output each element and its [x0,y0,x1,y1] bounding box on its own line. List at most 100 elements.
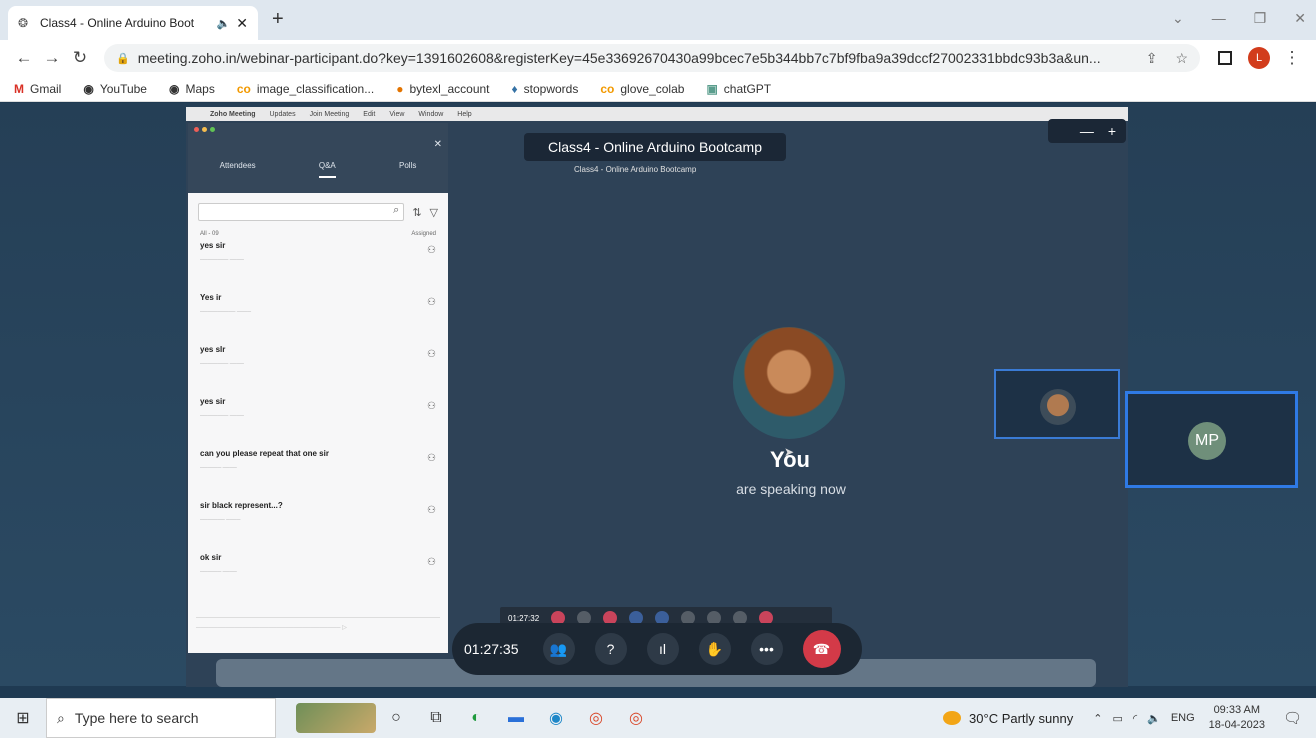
battery-icon[interactable]: ▭ [1112,712,1122,725]
back-arrow-icon[interactable]: ← [10,48,38,68]
assign-user-icon[interactable]: ⚇ [427,401,436,412]
qa-search-input[interactable] [198,203,405,221]
search-highlight-image[interactable] [296,703,376,733]
notification-icon[interactable]: 🗨 [1283,709,1302,727]
close-tab-icon[interactable]: ✕ [236,15,248,32]
bookmark-glove-colab[interactable]: co glove_colab [600,82,684,96]
list-item[interactable]: yes sir ──────── ──── ⚇ [188,397,448,445]
restore-icon[interactable]: ❐ [1254,10,1267,27]
close-window-icon[interactable]: ✕ [1294,10,1306,27]
windows-start-icon[interactable]: ⊞ [0,708,46,728]
list-item[interactable]: Yes ir ────────── ──── ⚇ [188,293,448,341]
sort-icon[interactable]: ⇅ [412,206,421,219]
question-text: ok sir [200,553,222,562]
assign-user-icon[interactable]: ⚇ [427,349,436,360]
bookmark-youtube[interactable]: ◉ YouTube [83,82,147,96]
question-meta: ─────── ──── [200,517,241,523]
plus-icon[interactable]: + [1108,123,1116,139]
profile-avatar[interactable]: L [1248,47,1270,69]
side-panel-icon[interactable] [1218,51,1232,65]
leave-call-button[interactable]: ☎ [802,630,841,668]
qa-filter-label[interactable]: All - 09 [200,231,219,237]
list-item[interactable]: yes sir ──────── ──── ⚇ [188,241,448,289]
question-text: Yes ir [200,293,222,302]
bookmark-gmail[interactable]: M Gmail [14,82,61,96]
gmail-icon: M [14,81,24,96]
assign-user-icon[interactable]: ⚇ [427,505,436,516]
mac-menu-item: View [389,110,405,118]
raise-hand-button[interactable]: ✋ [698,633,731,665]
forward-arrow-icon[interactable]: → [38,48,66,68]
question-text: yes sir [200,241,226,250]
mac-menu-item: Updates [269,110,296,118]
lock-icon[interactable]: 🔒 [116,52,130,65]
more-button[interactable]: ••• [750,633,783,665]
bookmark-bytexl[interactable]: ● bytexl_account [396,82,489,96]
participant-tile-mp[interactable]: MP [1125,391,1298,488]
wifi-icon[interactable]: ◜ [1133,712,1137,725]
participant-tile-self[interactable] [994,369,1120,439]
minimize-icon[interactable]: — [1080,123,1094,139]
qa-answer-input[interactable]: ────────────────────────────────── ▷ [196,617,440,637]
chevron-down-icon[interactable]: ⌄ [1172,10,1184,27]
menu-dots-icon[interactable]: ⋮ [1278,48,1306,68]
bookmark-image-classification[interactable]: co image_classification... [237,82,374,96]
mac-menu-item: Window [418,110,444,118]
bookmark-label: chatGPT [723,81,772,96]
question-meta: ────────── ──── [200,309,251,315]
qa-panel-header: ✕ Attendees Q&A Polls [188,123,448,193]
qa-button[interactable]: ? [594,633,627,665]
polls-button[interactable]: ıl [646,633,679,665]
url-field[interactable]: 🔒 meeting.zoho.in/webinar-participant.do… [104,44,1200,72]
whatsapp-icon[interactable]: ◐ [456,709,496,727]
system-tray: ⌃ ▭ ◜ 🔈 ENG [1093,712,1194,725]
tab-polls[interactable]: Polls [399,161,416,178]
window-size-controls: — + [1048,119,1126,143]
audio-playing-icon[interactable]: 🔈 [217,17,231,30]
close-icon[interactable]: ✕ [434,139,442,150]
qa-assigned-label[interactable]: Assigned [411,231,436,237]
file-explorer-icon[interactable]: ▬ [496,709,536,727]
assign-user-icon[interactable]: ⚇ [427,245,436,256]
bookmark-chatgpt[interactable]: ▣ chatGPT [706,82,771,96]
telegram-icon[interactable]: ◉ [536,708,576,728]
taskbar-clock[interactable]: 09:33 AM 18-04-2023 [1209,703,1265,733]
search-icon: ⌕ [57,709,65,726]
filter-icon[interactable]: ▽ [430,206,438,219]
list-item[interactable]: yes slr ──────── ──── ⚇ [188,345,448,393]
share-icon[interactable]: ⇪ [1146,50,1158,67]
tab-qa[interactable]: Q&A [318,161,336,178]
list-item[interactable]: ok sir ────── ──── ⚇ [188,553,448,601]
cortana-icon[interactable]: ○ [376,709,416,727]
weather-widget[interactable]: 30°C Partly sunny [943,711,1073,726]
chevron-up-icon[interactable]: ⌃ [1093,712,1102,725]
list-item[interactable]: sir black represent...? ─────── ──── ⚇ [188,501,448,549]
clock-time: 09:33 AM [1213,704,1261,716]
bookmark-stopwords[interactable]: ♦ stopwords [512,82,579,96]
taskbar-search-input[interactable]: ⌕ Type here to search [46,698,276,738]
bookmark-maps[interactable]: ◉ Maps [169,82,215,96]
window-controls: ⌄ — ❐ ✕ [1172,10,1306,27]
tab-title: Class4 - Online Arduino Boot [40,16,195,30]
task-view-icon[interactable]: ⧉ [416,709,456,727]
bookmark-label: image_classification... [256,81,375,96]
browser-tab-bar: ❂ Class4 - Online Arduino Boot 🔈 ✕ + ⌄ —… [0,0,1316,40]
tab-attendees[interactable]: Attendees [220,161,256,178]
star-icon[interactable]: ☆ [1175,50,1188,67]
partly-sunny-icon [943,711,962,725]
assign-user-icon[interactable]: ⚇ [427,297,436,308]
chrome-icon[interactable]: ◎ [576,708,616,728]
browser-tab[interactable]: ❂ Class4 - Online Arduino Boot 🔈 ✕ [8,6,258,40]
language-indicator[interactable]: ENG [1171,712,1195,724]
avatar: MP [1188,422,1226,460]
speaker-avatar [733,327,845,439]
volume-icon[interactable]: 🔈 [1147,712,1161,725]
minimize-icon[interactable]: — [1212,10,1226,27]
reload-icon[interactable]: ↻ [66,48,94,68]
assign-user-icon[interactable]: ⚇ [427,557,436,568]
assign-user-icon[interactable]: ⚇ [427,453,436,464]
list-item[interactable]: can you please repeat that one sir ──────… [188,449,448,497]
participants-button[interactable]: 👥 [542,633,575,665]
chrome-profile-icon[interactable]: ◎ [616,708,656,728]
new-tab-button[interactable]: + [272,8,284,31]
